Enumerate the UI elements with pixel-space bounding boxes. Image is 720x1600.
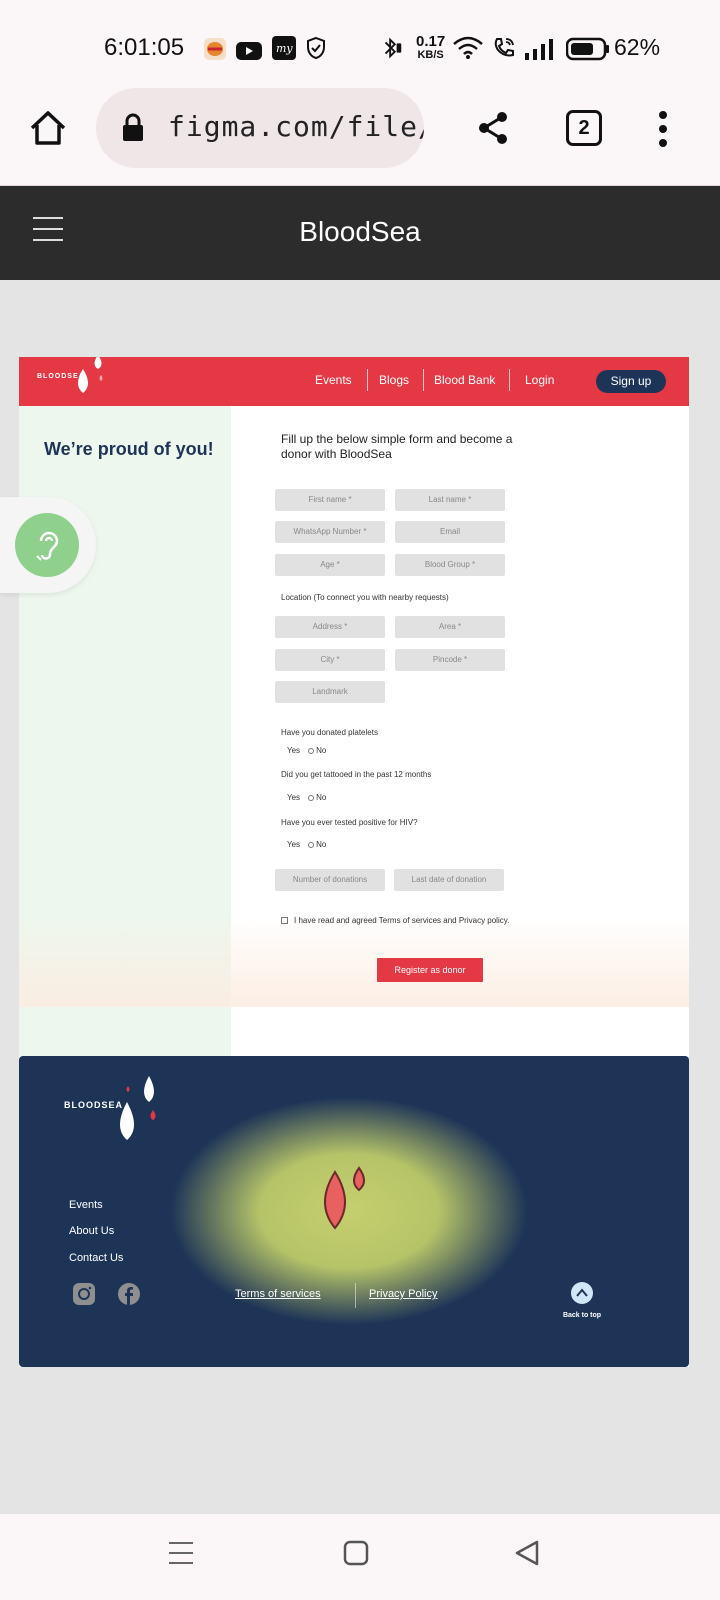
- signup-button[interactable]: Sign up: [596, 370, 666, 393]
- back-to-top-button[interactable]: [571, 1282, 593, 1304]
- tattoo-question: Did you get tattooed in the past 12 mont…: [281, 770, 432, 779]
- terms-of-services-link[interactable]: Terms of services: [235, 1288, 321, 1300]
- nav-link-blood-bank[interactable]: Blood Bank: [434, 373, 495, 387]
- address-bar[interactable]: figma.com/file/Bq: [96, 88, 424, 168]
- radio-no-label[interactable]: No: [316, 746, 326, 755]
- email-field[interactable]: Email: [395, 521, 505, 543]
- design-frame: BLOODSEA Events Blogs Blood Bank Login S…: [19, 357, 689, 1367]
- landmark-field[interactable]: Landmark: [275, 681, 385, 703]
- chevron-up-icon: [576, 1288, 588, 1297]
- nav-link-blogs[interactable]: Blogs: [379, 373, 409, 387]
- terms-checkbox[interactable]: [281, 917, 288, 925]
- blood-drops-logo-icon: [120, 1076, 156, 1140]
- platelets-radio-group[interactable]: Yes No: [287, 746, 326, 755]
- recent-apps-icon[interactable]: [168, 1540, 194, 1566]
- myntra-icon: my: [272, 36, 296, 60]
- donations-count-field[interactable]: Number of donations: [275, 869, 385, 891]
- terms-label: I have read and agreed Terms of services…: [294, 916, 510, 925]
- shield-icon: [307, 36, 325, 60]
- footer-link-about[interactable]: About Us: [69, 1225, 114, 1237]
- blood-drops-logo-icon: [78, 357, 103, 393]
- pincode-field[interactable]: Pincode *: [395, 649, 505, 671]
- home-icon[interactable]: [28, 108, 68, 148]
- tab-switcher-button[interactable]: 2: [566, 110, 602, 146]
- youtube-icon: [236, 42, 262, 60]
- footer-link-contact[interactable]: Contact Us: [69, 1252, 123, 1264]
- network-speed: 0.17 KB/S: [416, 34, 445, 61]
- status-time: 6:01:05: [104, 34, 185, 61]
- url-text: figma.com/file/Bq: [168, 110, 424, 143]
- hiv-radio-group[interactable]: Yes No: [287, 840, 326, 849]
- location-label: Location (To connect you with nearby req…: [281, 593, 449, 602]
- home-nav-icon[interactable]: [343, 1540, 369, 1566]
- back-nav-icon[interactable]: [514, 1540, 540, 1566]
- radio-yes-label[interactable]: Yes: [287, 746, 300, 755]
- nav-divider: [367, 369, 368, 391]
- nav-divider: [423, 369, 424, 391]
- blood-group-field[interactable]: Blood Group *: [395, 554, 505, 576]
- more-options-icon[interactable]: [657, 110, 669, 148]
- radio-no[interactable]: [308, 794, 315, 801]
- site-footer: BLOODSEA Events About Us Contact Us Term…: [19, 1056, 689, 1367]
- nav-link-login[interactable]: Login: [525, 373, 554, 387]
- status-bar: 6:01:05 my 0.17 KB/S 62%: [0, 0, 720, 88]
- nav-link-events[interactable]: Events: [315, 373, 352, 387]
- radio-no[interactable]: [308, 841, 315, 848]
- app-title: BloodSea: [299, 216, 421, 247]
- bottom-fade: [19, 917, 689, 1007]
- first-name-field[interactable]: First name *: [275, 489, 385, 511]
- proud-heading: We’re proud of you!: [44, 439, 214, 459]
- age-field[interactable]: Age *: [275, 554, 385, 576]
- address-field[interactable]: Address *: [275, 616, 385, 638]
- hearing-icon: [36, 531, 59, 561]
- tattoo-radio-group[interactable]: Yes No: [287, 793, 326, 802]
- instagram-icon[interactable]: [73, 1283, 95, 1305]
- terms-row[interactable]: I have read and agreed Terms of services…: [281, 916, 509, 925]
- whatsapp-field[interactable]: WhatsApp Number *: [275, 521, 385, 543]
- lock-icon: [123, 113, 143, 141]
- nav-divider: [509, 369, 510, 391]
- battery-percent: 62%: [614, 34, 661, 60]
- register-donor-button[interactable]: Register as donor: [377, 958, 483, 982]
- battery-icon: [566, 37, 609, 61]
- svg-text:my: my: [276, 42, 293, 55]
- radio-yes-label[interactable]: Yes: [287, 840, 300, 849]
- system-nav-bar: [0, 1514, 720, 1600]
- blood-drop-icon: [324, 1166, 365, 1230]
- wifi-calling-icon: [494, 38, 514, 57]
- radio-no[interactable]: [308, 747, 315, 754]
- radio-no-label[interactable]: No: [316, 840, 326, 849]
- accessibility-circle: [15, 513, 79, 577]
- bluetooth-icon: [384, 37, 402, 59]
- facebook-icon[interactable]: [118, 1283, 140, 1305]
- radio-yes-label[interactable]: Yes: [287, 793, 300, 802]
- network-speed-value: 0.17: [416, 33, 446, 50]
- back-to-top-label[interactable]: Back to top: [559, 1311, 605, 1320]
- share-icon[interactable]: [475, 110, 511, 146]
- form-title: Fill up the below simple form and become…: [281, 432, 513, 461]
- footer-link-events[interactable]: Events: [69, 1199, 103, 1211]
- privacy-policy-link[interactable]: Privacy Policy: [369, 1288, 437, 1300]
- burger-king-app-icon: [204, 38, 226, 60]
- platelets-question: Have you donated platelets: [281, 728, 378, 737]
- last-donation-date-field[interactable]: Last date of donation: [394, 869, 504, 891]
- app-header: BloodSea: [0, 186, 720, 280]
- network-speed-unit: KB/S: [417, 49, 444, 61]
- signal-icon: [525, 39, 553, 60]
- last-name-field[interactable]: Last name *: [395, 489, 505, 511]
- accessibility-button[interactable]: [0, 497, 96, 593]
- area-field[interactable]: Area *: [395, 616, 505, 638]
- wifi-icon: [453, 36, 483, 59]
- radio-no-label[interactable]: No: [316, 793, 326, 802]
- footer-divider: [355, 1283, 356, 1308]
- browser-toolbar: figma.com/file/Bq 2: [0, 88, 720, 186]
- site-nav: BLOODSEA Events Blogs Blood Bank Login S…: [19, 357, 689, 406]
- city-field[interactable]: City *: [275, 649, 385, 671]
- hiv-question: Have you ever tested positive for HIV?: [281, 818, 418, 827]
